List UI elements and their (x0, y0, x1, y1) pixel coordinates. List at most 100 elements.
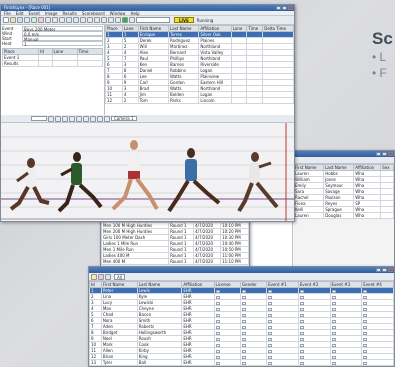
chevron-down-icon[interactable] (363, 337, 368, 341)
table-row[interactable]: Ladies 400 M Round 1 4/7/2020 11:00 PM (101, 252, 249, 259)
chevron-down-icon[interactable] (363, 313, 368, 317)
chevron-down-icon[interactable] (299, 319, 304, 323)
table-row[interactable]: Lauren Douglas Wha (292, 212, 394, 219)
chevron-down-icon[interactable] (331, 319, 336, 323)
chevron-down-icon[interactable] (215, 319, 220, 323)
crosshair-icon[interactable] (76, 115, 82, 122)
chevron-down-icon[interactable] (363, 349, 368, 353)
zoom-out-icon[interactable] (55, 115, 61, 122)
table-row[interactable]: Girls 100 Meter Dash Round 1 4/7/2020 10:30… (101, 234, 249, 241)
flag-icon[interactable] (90, 115, 96, 122)
chevron-down-icon[interactable] (331, 289, 336, 293)
chevron-down-icon[interactable] (363, 343, 368, 347)
chevron-down-icon[interactable] (268, 361, 273, 365)
menu-results[interactable]: Results (62, 11, 76, 16)
chevron-down-icon[interactable] (268, 301, 273, 305)
chevron-down-icon[interactable] (268, 319, 273, 323)
grid-icon[interactable] (104, 115, 110, 122)
pan-right-icon[interactable] (69, 115, 75, 122)
chevron-down-icon[interactable] (268, 337, 273, 341)
chevron-down-icon[interactable] (299, 301, 304, 305)
table-row[interactable]: Men 100 M High Hurdles Round 1 4/7/2020 10:… (101, 222, 249, 229)
menu-image[interactable]: Image (45, 11, 58, 16)
hide-icon[interactable] (115, 17, 121, 23)
chevron-down-icon[interactable] (363, 307, 368, 311)
chevron-down-icon[interactable] (242, 361, 247, 365)
chevron-down-icon[interactable] (215, 325, 220, 329)
chevron-down-icon[interactable] (331, 325, 336, 329)
chevron-down-icon[interactable] (299, 331, 304, 335)
chevron-down-icon[interactable] (299, 355, 304, 359)
zoom-field[interactable] (31, 116, 47, 121)
chevron-down-icon[interactable] (268, 355, 273, 359)
finish-line-image[interactable] (1, 123, 294, 221)
pan-left-icon[interactable] (62, 115, 68, 122)
chevron-down-icon[interactable] (215, 349, 220, 353)
menu-help[interactable]: Help (130, 11, 139, 16)
chevron-down-icon[interactable] (268, 289, 273, 293)
filter-icon[interactable] (105, 273, 111, 280)
table-row[interactable]: Men 400 M Round 1 4/7/2020 11:10 PM (101, 258, 249, 265)
chevron-down-icon[interactable] (299, 307, 304, 311)
field-value[interactable]: 1 (22, 41, 103, 47)
chevron-down-icon[interactable] (331, 301, 336, 305)
chevron-down-icon[interactable] (331, 313, 336, 317)
arm-icon[interactable] (73, 17, 79, 23)
rewind-icon[interactable] (52, 17, 58, 23)
forward-icon[interactable] (59, 17, 65, 23)
chevron-down-icon[interactable] (215, 361, 220, 365)
menu-edit[interactable]: Edit (16, 11, 24, 16)
chevron-down-icon[interactable] (331, 337, 336, 341)
chevron-down-icon[interactable] (299, 349, 304, 353)
chevron-down-icon[interactable] (268, 313, 273, 317)
marker-icon[interactable] (83, 115, 89, 122)
minimize-button[interactable] (276, 6, 281, 10)
chevron-down-icon[interactable] (242, 325, 247, 329)
chevron-down-icon[interactable] (363, 331, 368, 335)
chevron-down-icon[interactable] (363, 361, 368, 365)
chevron-down-icon[interactable] (363, 355, 368, 359)
chevron-down-icon[interactable] (242, 337, 247, 341)
chevron-down-icon[interactable] (215, 313, 220, 317)
chevron-down-icon[interactable] (299, 361, 304, 365)
chevron-down-icon[interactable] (242, 289, 247, 293)
chevron-down-icon[interactable] (215, 295, 220, 299)
chevron-down-icon[interactable] (242, 349, 247, 353)
print-icon[interactable] (24, 17, 30, 23)
chevron-down-icon[interactable] (299, 343, 304, 347)
chevron-down-icon[interactable] (242, 331, 247, 335)
chevron-down-icon[interactable] (331, 349, 336, 353)
menu-scoreboard[interactable]: Scoreboard (82, 11, 105, 16)
chevron-down-icon[interactable] (299, 325, 304, 329)
chevron-down-icon[interactable] (242, 307, 247, 311)
chevron-down-icon[interactable] (268, 343, 273, 347)
chevron-down-icon[interactable] (215, 307, 220, 311)
save-icon[interactable] (17, 17, 23, 23)
sync-icon[interactable] (80, 17, 86, 23)
camera-select[interactable]: Camera 1 (111, 116, 137, 121)
menu-event[interactable]: Event (28, 11, 39, 16)
chevron-down-icon[interactable] (299, 337, 304, 341)
menu-file[interactable]: File (4, 11, 11, 16)
table-row[interactable]: Men 1 Mile Run Round 1 4/7/2020 10:50 PM (101, 246, 249, 253)
remove-icon[interactable] (98, 273, 104, 280)
chevron-down-icon[interactable] (363, 295, 368, 299)
chevron-down-icon[interactable] (299, 289, 304, 293)
filter-select[interactable]: All (114, 273, 125, 280)
table-row[interactable]: 12 2 Tom Parks Lincoln (105, 97, 294, 104)
chevron-down-icon[interactable] (363, 301, 368, 305)
chevron-down-icon[interactable] (331, 361, 336, 365)
chevron-down-icon[interactable] (242, 313, 247, 317)
maximize-button[interactable] (282, 6, 287, 10)
chevron-down-icon[interactable] (268, 307, 273, 311)
chevron-down-icon[interactable] (331, 295, 336, 299)
chevron-down-icon[interactable] (331, 307, 336, 311)
chevron-down-icon[interactable] (331, 355, 336, 359)
record-icon[interactable] (38, 17, 44, 23)
table-row[interactable]: Men 200 M High Hurdles Round 1 4/7/2020 10:… (101, 228, 249, 235)
chevron-down-icon[interactable] (268, 295, 273, 299)
chevron-down-icon[interactable] (268, 325, 273, 329)
add-icon[interactable] (91, 273, 97, 280)
chevron-down-icon[interactable] (215, 343, 220, 347)
reset-icon[interactable] (129, 17, 135, 23)
